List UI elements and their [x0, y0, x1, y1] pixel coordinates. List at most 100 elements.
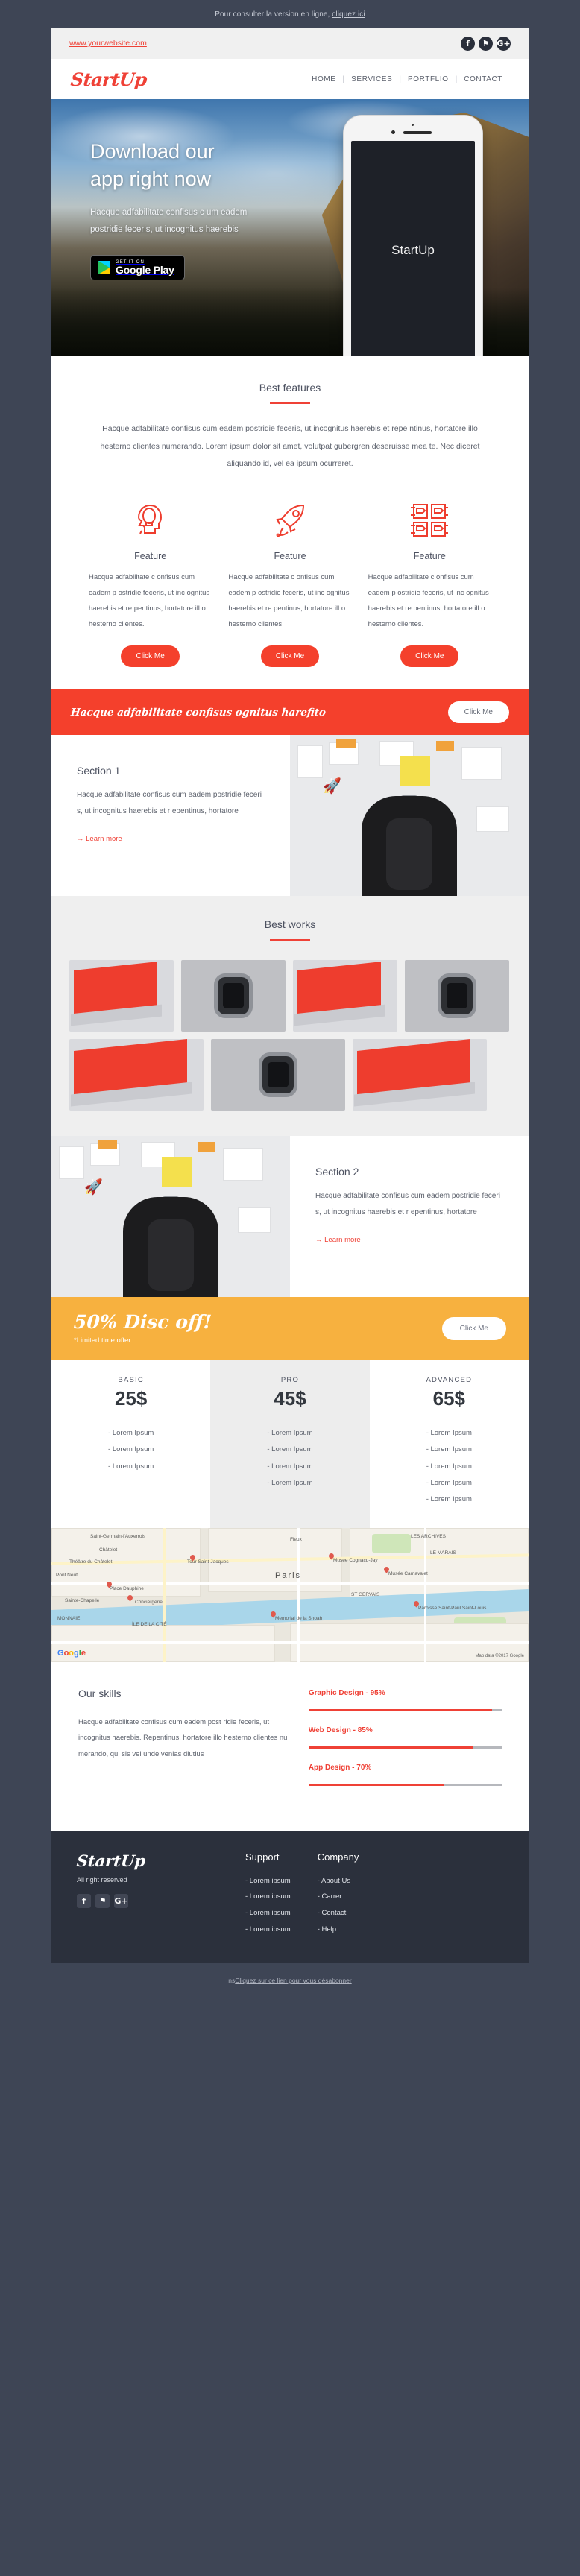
section-2-learn-more-link[interactable]: → Learn more: [315, 1236, 361, 1244]
section-2: 🚀 Section 2 Hacque adfabilitate confisus…: [51, 1136, 529, 1298]
footer: StartUp All right reserved f ⚑ G+ Suppor…: [51, 1830, 529, 1963]
facebook-icon[interactable]: f: [77, 1893, 91, 1908]
nav-item-portflio[interactable]: PORTFLIO: [401, 75, 456, 83]
head-lightbulb-icon: [89, 499, 212, 542]
nav-item-contact[interactable]: CONTACT: [457, 75, 509, 83]
feature-click-me-button[interactable]: Click Me: [121, 645, 180, 668]
wall-rocket-icon: 🚀: [323, 778, 341, 795]
skill-track: [308, 1746, 502, 1749]
map-label: Saint-Germain-l'Auxerrois: [90, 1533, 146, 1539]
person-backpack: [148, 1219, 194, 1292]
footer-link[interactable]: - Carrer: [318, 1889, 359, 1905]
office-photo: 🚀: [51, 1136, 290, 1298]
twitter-icon[interactable]: ⚑: [479, 36, 493, 51]
feature-body: Hacque adfabilitate c onfisus cum eadem …: [228, 572, 350, 628]
work-thumb-laptop-1[interactable]: [69, 960, 174, 1032]
title-underline: [270, 939, 310, 941]
section-2-body: Hacque adfabilitate confisus cum eadem p…: [315, 1192, 500, 1217]
footer-link[interactable]: - Lorem ipsum: [245, 1889, 291, 1905]
map-label: Musée Cognacq-Jay: [333, 1557, 378, 1563]
google-play-button[interactable]: GET IT ON Google Play: [90, 254, 185, 281]
feature-title: Feature: [413, 550, 446, 561]
feature-body: Hacque adfabilitate c onfisus cum eadem …: [368, 572, 489, 628]
footer-company-column: Company - About Us - Carrer - Contact - …: [318, 1852, 359, 1938]
map-label: LES ARCHIVES: [411, 1533, 446, 1539]
hero-banner: Download our app right now Hacque adfabi…: [51, 99, 529, 356]
skill-label: App Design - 70%: [308, 1763, 372, 1772]
feature-body: Hacque adfabilitate c onfisus cum eadem …: [89, 572, 210, 628]
footer-link[interactable]: - Lorem ipsum: [245, 1922, 291, 1938]
brand-logo[interactable]: StartUp: [69, 69, 148, 90]
hero-title-line-2: app right now: [90, 168, 212, 191]
plan-feature-item: - Lorem Ipsum: [267, 1428, 313, 1437]
footer-link-list: - Lorem ipsum - Lorem ipsum - Lorem ipsu…: [245, 1873, 291, 1938]
discount-headline: 50% Disc off!: [73, 1311, 212, 1333]
facebook-icon[interactable]: f: [461, 36, 475, 51]
plan-feature-item: - Lorem Ipsum: [267, 1445, 313, 1454]
website-link[interactable]: www.yourwebsite.com: [69, 39, 147, 48]
works-grid: [69, 960, 511, 1111]
map-label: Place Dauphine: [110, 1585, 144, 1591]
feature-click-me-button[interactable]: Click Me: [400, 645, 459, 668]
work-thumb-laptop-4[interactable]: [353, 1039, 487, 1111]
footer-column-heading: Company: [317, 1851, 359, 1863]
plan-feature-item: - Lorem Ipsum: [108, 1428, 154, 1437]
footer-link[interactable]: - About Us: [318, 1873, 359, 1890]
nav-item-services[interactable]: SERVICES: [344, 75, 399, 83]
plan-name: BASIC: [118, 1375, 144, 1384]
hero-title-line-1: Download our: [90, 140, 215, 162]
google-play-icon: [98, 260, 110, 274]
map-label: LE MARAIS: [430, 1550, 456, 1556]
email-container: www.yourwebsite.com f ⚑ G+ StartUp HOME …: [51, 28, 529, 1963]
pricing-plan-advanced[interactable]: ADVANCED 65$ - Lorem Ipsum - Lorem Ipsum…: [370, 1360, 529, 1528]
feature-card: Feature Hacque adfabilitate c onfisus cu…: [368, 499, 491, 668]
skills-title: Our skills: [78, 1687, 122, 1699]
unsubscribe-link[interactable]: Cliquez sur ce lien pour vous désabonner: [235, 1977, 351, 1984]
map-city-label: Paris: [275, 1570, 302, 1580]
features-grid: Feature Hacque adfabilitate c onfisus cu…: [89, 499, 491, 668]
work-thumb-watch-3[interactable]: [211, 1039, 345, 1111]
section-1-learn-more-link[interactable]: → Learn more: [77, 835, 122, 843]
work-thumb-laptop-3[interactable]: [69, 1039, 204, 1111]
work-thumb-watch-1[interactable]: [181, 960, 286, 1032]
hero-paragraph: Hacque adfabilitate confisus c um eadem …: [90, 207, 248, 234]
map-label: Châtelet: [99, 1547, 118, 1553]
skills-section: Our skills Hacque adfabilitate confisus …: [51, 1661, 529, 1831]
footer-link[interactable]: - Lorem ipsum: [245, 1873, 291, 1890]
plan-feature-item: - Lorem Ipsum: [426, 1428, 472, 1437]
cta-band-button[interactable]: Click Me: [447, 701, 509, 724]
discount-subline: *Limited time offer: [74, 1336, 131, 1345]
nav-item-home[interactable]: HOME: [305, 75, 342, 83]
footer-column-heading: Support: [245, 1851, 280, 1863]
discount-click-me-button[interactable]: Click Me: [441, 1316, 506, 1340]
google-watermark: Google: [57, 1648, 86, 1658]
footer-link[interactable]: - Lorem ipsum: [245, 1905, 291, 1922]
plan-feature-item: - Lorem Ipsum: [426, 1462, 472, 1471]
pricing-plan-pro[interactable]: PRO 45$ - Lorem Ipsum - Lorem Ipsum - Lo…: [210, 1359, 370, 1528]
unsubscribe-bar: nsCliquez sur ce lien pour vous désabonn…: [0, 1963, 580, 1999]
view-online-link[interactable]: cliquez ici: [332, 10, 365, 19]
feature-click-me-button[interactable]: Click Me: [260, 645, 320, 668]
google-plus-icon[interactable]: G+: [114, 1893, 128, 1908]
pricing-plan-basic[interactable]: BASIC 25$ - Lorem Ipsum - Lorem Ipsum - …: [51, 1360, 210, 1528]
email-page: Pour consulter la version en ligne, cliq…: [0, 0, 580, 1999]
map-label: Conciergerie: [135, 1599, 163, 1605]
preheader-text: Pour consulter la version en ligne,: [215, 10, 332, 19]
twitter-icon[interactable]: ⚑: [95, 1893, 110, 1908]
google-plus-icon[interactable]: G+: [497, 36, 511, 51]
skill-fill: [308, 1746, 473, 1749]
office-photo: 🚀: [290, 735, 529, 897]
map-label: Memorial de la Shoah: [275, 1615, 323, 1621]
works-title: Best works: [264, 918, 316, 931]
work-thumb-laptop-2[interactable]: [293, 960, 397, 1032]
section-2-text-pane: Section 2 Hacque adfabilitate confisus c…: [290, 1136, 529, 1297]
plan-name: PRO: [280, 1375, 300, 1384]
map-label: Sainte-Chapelle: [65, 1597, 100, 1603]
plan-price: 45$: [274, 1386, 306, 1409]
footer-link[interactable]: - Help: [318, 1922, 359, 1938]
skill-label: Graphic Design - 95%: [308, 1688, 385, 1697]
skills-body: Hacque adfabilitate confisus cum eadem p…: [78, 1717, 288, 1759]
map-embed[interactable]: Saint-Germain-l'Auxerrois Châtelet Fleux…: [51, 1527, 529, 1662]
footer-link[interactable]: - Contact: [318, 1905, 359, 1922]
work-thumb-watch-2[interactable]: [405, 960, 509, 1032]
